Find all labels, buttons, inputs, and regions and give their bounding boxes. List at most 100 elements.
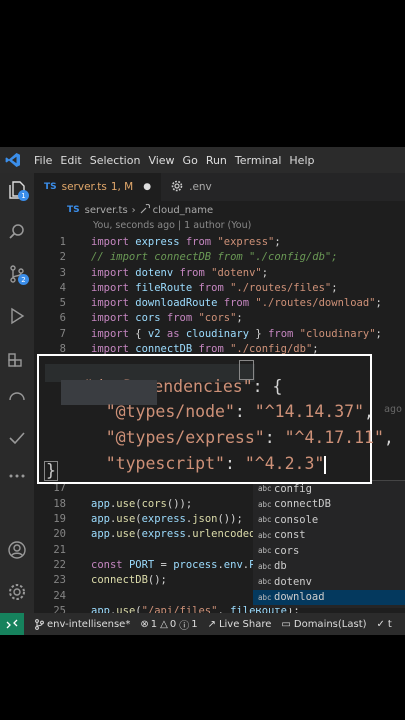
code-token: ; — [236, 312, 243, 324]
error-icon: ⊗ — [140, 618, 149, 630]
line-number: 6 — [59, 312, 66, 324]
code-line[interactable]: 22const PORT = process.env.P — [34, 559, 255, 574]
suggestion-item[interactable]: abc console — [253, 512, 405, 528]
code-token: downloadRoute — [135, 297, 224, 309]
code-token: { — [135, 328, 148, 340]
code-token: import — [91, 297, 136, 309]
code-line[interactable]: 3 import dotenv from "dotenv"; — [34, 267, 268, 282]
code-token: use — [116, 498, 136, 510]
code-line[interactable]: 1 import express from "express"; — [34, 236, 281, 251]
check-icon[interactable] — [0, 423, 34, 453]
menu-view[interactable]: View — [148, 154, 174, 167]
code-token: "express" — [217, 236, 275, 248]
code-token: "cors" — [198, 312, 237, 324]
suggestion-item[interactable]: abc cors — [253, 543, 405, 559]
text-kind-icon: abc — [258, 499, 272, 509]
domains-indicator[interactable]: ▭ Domains(Last) — [281, 619, 366, 630]
code-token: app — [91, 513, 110, 525]
suggestion-item[interactable]: abc const — [253, 528, 405, 544]
tab-server-ts[interactable]: TS server.ts 1, M ● — [34, 173, 162, 201]
code-token: import — [91, 267, 136, 279]
code-line[interactable]: 5 import downloadRoute from "./routes/dow… — [34, 297, 382, 312]
code-token: "./routes/files" — [230, 282, 332, 294]
live-share-button[interactable]: ↗ Live Share — [208, 619, 272, 630]
settings-gear-icon[interactable] — [0, 577, 34, 607]
suggestion-label: const — [274, 529, 306, 542]
breadcrumb-file[interactable]: server.ts — [85, 205, 128, 216]
breadcrumb-symbol[interactable]: cloud_name — [153, 205, 213, 216]
code-line[interactable]: 4 import fileRoute from "./routes/files"; — [34, 282, 338, 297]
remote-indicator-icon[interactable] — [0, 613, 24, 635]
tab-label: .env — [189, 181, 212, 193]
code-token: json — [192, 513, 218, 525]
dependency-name: "typescript" — [105, 454, 225, 473]
menu-edit[interactable]: Edit — [60, 154, 81, 167]
code-token: env — [223, 559, 243, 571]
ghost-text: ago — [384, 404, 403, 415]
suggestion-item[interactable]: abc download — [253, 589, 405, 605]
code-line[interactable]: 23 connectDB (); — [34, 574, 167, 589]
codelens-blame[interactable]: You, seconds ago | 1 author (You) — [93, 220, 251, 231]
menu-terminal[interactable]: Terminal — [235, 154, 282, 167]
code-line[interactable]: 20 app. use(express. urlencoded — [34, 528, 255, 543]
explorer-icon[interactable]: 1 — [0, 175, 34, 205]
info-count: 1 — [191, 618, 198, 630]
menu-selection[interactable]: Selection — [90, 154, 141, 167]
branch-name: env-intellisense* — [47, 618, 131, 630]
autocomplete-suggestions[interactable]: abc config abc connectDB abc console abc const a… — [253, 480, 405, 608]
breadcrumb: TS server.ts › cloud_name — [34, 201, 213, 219]
text-kind-icon: abc — [258, 515, 272, 525]
problems-indicator[interactable]: ⊗ 1 △ 0 ⓘ 1 — [140, 617, 197, 632]
source-control-icon[interactable]: 2 — [0, 259, 34, 289]
code-line[interactable]: 7 import { v2 as cloudinary } from "cloud… — [34, 328, 382, 343]
text-kind-icon: abc — [258, 577, 272, 587]
live-share-label: Live Share — [218, 618, 272, 630]
tab-env[interactable]: .env — [161, 173, 222, 201]
line-number: 22 — [53, 559, 66, 571]
activity-bar: 1 2 — [0, 173, 34, 613]
code-token: } — [255, 328, 269, 340]
code-line[interactable]: 2 // import connectDB from "./config/db"; — [34, 251, 338, 266]
code-token: import — [91, 236, 136, 248]
source-control-badge: 2 — [18, 274, 29, 285]
wrench-icon — [140, 203, 150, 217]
code-token: express — [141, 528, 186, 540]
accounts-icon[interactable] — [0, 535, 34, 565]
search-icon[interactable] — [0, 217, 34, 247]
menu-file[interactable]: File — [34, 154, 52, 167]
suggestion-item[interactable]: abc connectDB — [253, 497, 405, 513]
code-line[interactable]: 6 import cors from "cors"; — [34, 312, 243, 327]
remote-explorer-icon[interactable] — [0, 383, 34, 413]
menu-go[interactable]: Go — [183, 154, 198, 167]
code-token: ; — [375, 328, 382, 340]
suggestion-item[interactable]: abc db — [253, 559, 405, 575]
menu-help[interactable]: Help — [289, 154, 314, 167]
code-token: app — [91, 528, 110, 540]
branch-indicator[interactable]: env-intellisense* — [34, 619, 130, 630]
run-debug-icon[interactable] — [0, 301, 34, 331]
unsaved-dot-icon[interactable]: ● — [143, 182, 151, 192]
more-icon[interactable] — [0, 461, 34, 491]
code-token: fileRoute — [135, 282, 199, 294]
code-line[interactable]: 19 app. use(express. json ()); — [34, 513, 242, 528]
menu-run[interactable]: Run — [206, 154, 227, 167]
code-line[interactable]: 21 — [34, 544, 91, 559]
status-check[interactable]: ✓ t — [377, 619, 392, 630]
suggestion-label: download — [274, 591, 325, 604]
code-line[interactable]: 24 — [34, 590, 91, 605]
line-number: 23 — [53, 574, 66, 586]
extensions-icon[interactable] — [0, 343, 34, 373]
code-line[interactable]: 18 app. use(cors ()); — [34, 498, 192, 513]
suggestion-label: cors — [274, 544, 300, 557]
closing-brace: } — [44, 461, 58, 481]
code-token: import — [91, 328, 136, 340]
suggestion-item[interactable]: abc dotenv — [253, 574, 405, 590]
code-token: cloudinary — [185, 328, 256, 340]
menu-bar: File Edit Selection View Go Run Terminal… — [0, 147, 405, 173]
line-number: 2 — [59, 251, 66, 263]
status-trail: t — [387, 618, 392, 630]
typescript-file-icon: TS — [67, 205, 80, 215]
suggestion-label: db — [274, 560, 287, 573]
typescript-file-icon: TS — [44, 182, 57, 192]
info-icon: ⓘ — [179, 620, 190, 632]
